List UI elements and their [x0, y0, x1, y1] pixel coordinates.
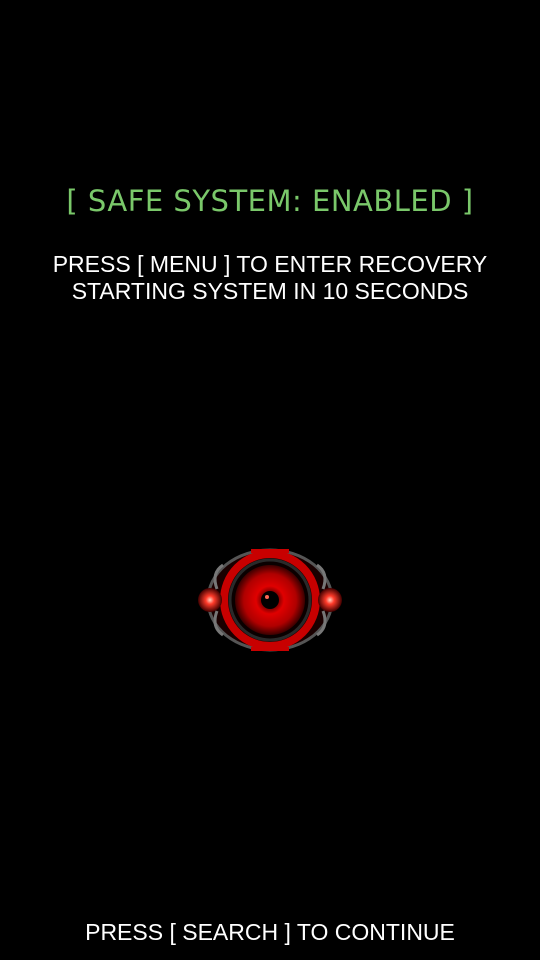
safe-system-status: [ SAFE SYSTEM: ENABLED ] — [66, 184, 474, 218]
countdown-text: STARTING SYSTEM IN 10 SECONDS — [71, 278, 469, 304]
boot-screen: [ SAFE SYSTEM: ENABLED ] PRESS [ MENU ] … — [0, 0, 540, 960]
red-eye-logo-icon — [198, 548, 342, 652]
continue-prompt: PRESS [ SEARCH ] TO CONTINUE — [85, 919, 455, 945]
recovery-prompt: PRESS [ MENU ] TO ENTER RECOVERY — [52, 251, 488, 277]
